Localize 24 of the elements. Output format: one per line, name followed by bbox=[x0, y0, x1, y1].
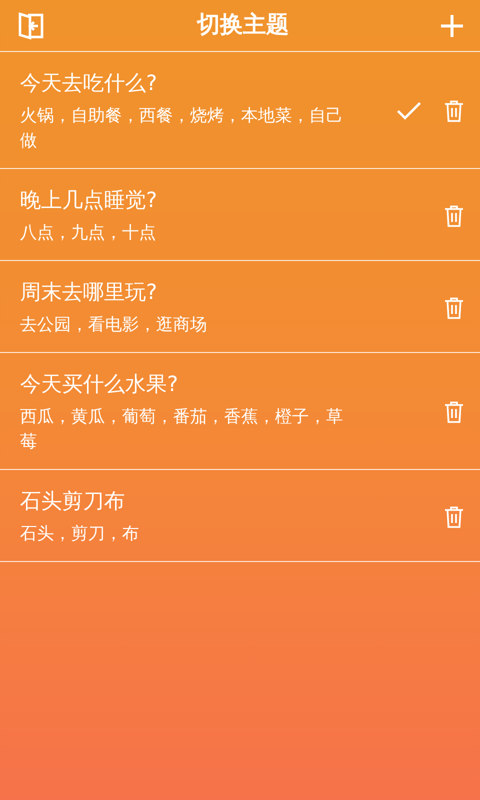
topic-title: 今天买什么水果? bbox=[20, 371, 180, 398]
topic-item[interactable]: 晚上几点睡觉? 八点，九点，十点 bbox=[0, 169, 480, 261]
trash-icon[interactable] bbox=[444, 100, 464, 122]
topic-item[interactable]: 今天买什么水果? 西瓜，黄瓜，葡萄，番茄，香蕉，橙子，草莓 bbox=[0, 353, 480, 470]
topic-options: 西瓜，黄瓜，葡萄，番茄，香蕉，橙子，草莓 bbox=[20, 405, 350, 455]
topic-options: 火锅，自助餐，西餐，烧烤，本地菜，自己做 bbox=[20, 104, 350, 154]
topic-options: 八点，九点，十点 bbox=[20, 221, 350, 246]
trash-icon[interactable] bbox=[444, 506, 464, 528]
checkmark-icon bbox=[396, 101, 422, 121]
trash-icon[interactable] bbox=[444, 204, 464, 226]
topic-options: 去公园，看电影，逛商场 bbox=[20, 313, 350, 338]
topic-item[interactable]: 石头剪刀布 石头，剪刀，布 bbox=[0, 470, 480, 562]
exit-icon[interactable] bbox=[16, 10, 46, 40]
topic-item[interactable]: 今天去吃什么? 火锅，自助餐，西餐，烧烤，本地菜，自己做 bbox=[0, 52, 480, 169]
topic-options: 石头，剪刀，布 bbox=[20, 522, 350, 547]
topic-item[interactable]: 周末去哪里玩? 去公园，看电影，逛商场 bbox=[0, 261, 480, 353]
topic-title: 周末去哪里玩? bbox=[20, 279, 158, 306]
page-title: 切换主题 bbox=[197, 11, 289, 40]
topic-title: 今天去吃什么? bbox=[20, 70, 158, 97]
topic-title: 石头剪刀布 bbox=[20, 488, 126, 515]
add-icon[interactable] bbox=[440, 14, 464, 38]
topic-title: 晚上几点睡觉? bbox=[20, 187, 158, 214]
trash-icon[interactable] bbox=[444, 401, 464, 423]
trash-icon[interactable] bbox=[444, 296, 464, 318]
